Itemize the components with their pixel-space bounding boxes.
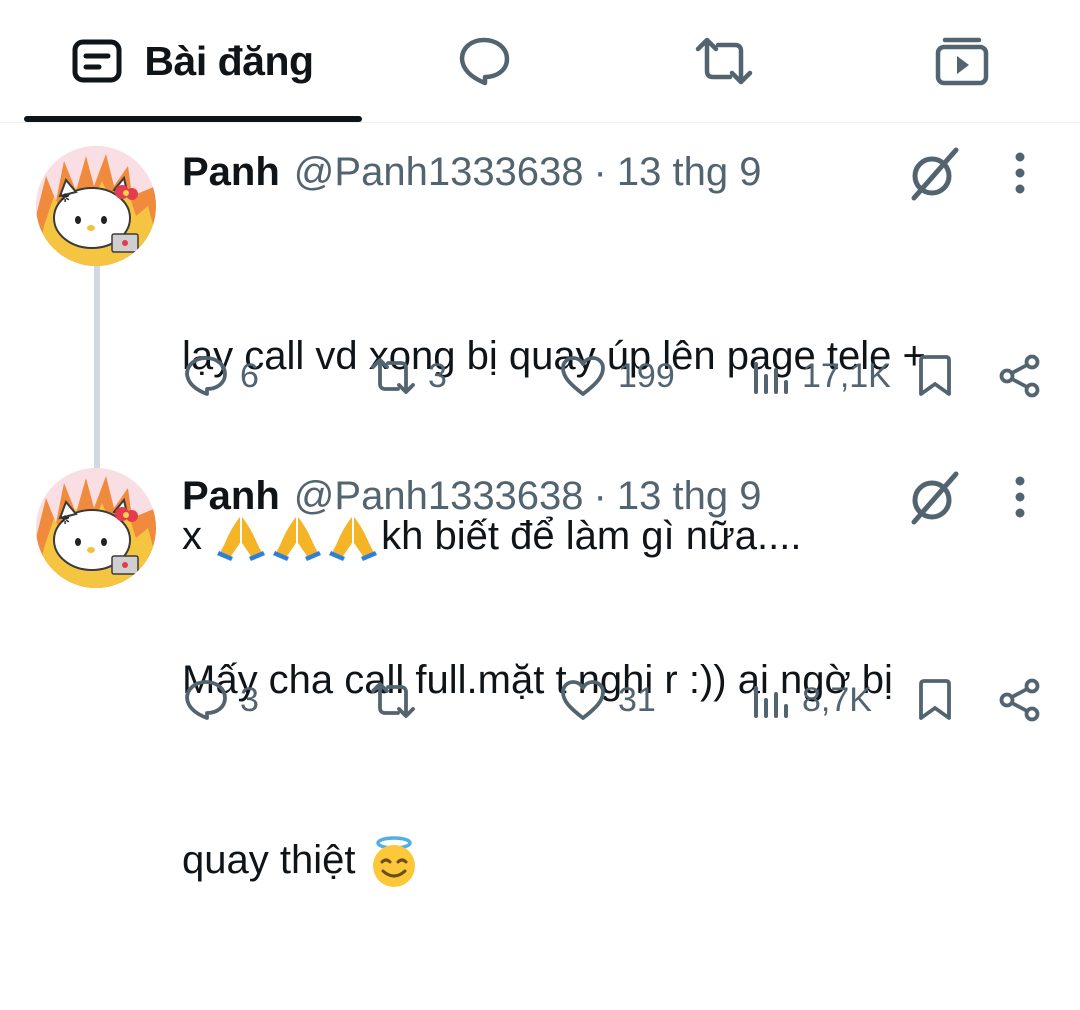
chat-bubble-icon bbox=[459, 37, 510, 86]
separator-dot: · bbox=[593, 150, 607, 194]
views-button[interactable]: 8,7K bbox=[752, 670, 872, 730]
reply-button[interactable]: 3 bbox=[184, 670, 259, 730]
post-2[interactable]: ✲ Panh @Panh1333638 · 13 thg 9 Mấy cha c… bbox=[0, 452, 1080, 888]
tab-replies[interactable] bbox=[440, 0, 528, 122]
author-name[interactable]: Panh bbox=[182, 150, 280, 195]
like-count: 199 bbox=[618, 356, 675, 395]
avatar[interactable]: ✲ bbox=[36, 468, 156, 588]
heart-icon bbox=[561, 356, 605, 396]
repost-button[interactable]: 3 bbox=[370, 346, 447, 406]
author-name[interactable]: Panh bbox=[182, 474, 280, 519]
posts-tab-icon bbox=[72, 39, 122, 83]
views-count: 17,1K bbox=[802, 356, 891, 395]
tab-reposts[interactable] bbox=[680, 0, 768, 122]
bookmark-button[interactable] bbox=[916, 346, 954, 406]
share-icon bbox=[999, 354, 1040, 398]
avatar[interactable]: ✲ bbox=[36, 146, 156, 266]
hello-kitty-avatar-icon: ✲ bbox=[36, 146, 156, 266]
svg-text:✲: ✲ bbox=[60, 191, 70, 205]
post-timestamp[interactable]: 13 thg 9 bbox=[617, 474, 762, 519]
share-button[interactable] bbox=[998, 670, 1042, 730]
tab-posts-label: Bài đăng bbox=[144, 37, 314, 84]
repost-icon bbox=[371, 358, 415, 394]
grok-icon[interactable] bbox=[906, 470, 962, 526]
tab-posts[interactable]: Bài đăng bbox=[24, 0, 362, 122]
post-text-line: quay thiệt bbox=[182, 830, 1052, 890]
share-icon bbox=[999, 678, 1040, 722]
post-1[interactable]: ✲ Panh @Panh1333638 · 13 thg 9 lạy call … bbox=[0, 122, 1080, 562]
profile-tabs: Bài đăng bbox=[0, 0, 1080, 123]
repost-icon bbox=[371, 682, 415, 718]
svg-text:✲: ✲ bbox=[60, 513, 70, 527]
author-handle[interactable]: @Panh1333638 bbox=[294, 150, 584, 195]
post-timestamp[interactable]: 13 thg 9 bbox=[617, 150, 762, 195]
views-chart-icon bbox=[754, 362, 788, 394]
like-count: 31 bbox=[618, 680, 656, 719]
more-options-icon[interactable] bbox=[1006, 148, 1034, 198]
reply-count: 6 bbox=[240, 356, 259, 395]
post-text: Mấy cha call full.mặt t nghi r :)) ai ng… bbox=[182, 530, 1052, 1010]
views-count: 8,7K bbox=[802, 680, 872, 719]
reply-count: 3 bbox=[240, 680, 259, 719]
repost-count: 3 bbox=[428, 356, 447, 395]
tab-media[interactable] bbox=[918, 0, 1006, 122]
post-text-segment: quay thiệt bbox=[182, 838, 367, 882]
bookmark-icon bbox=[919, 679, 951, 720]
post-actions: 3 31 8,7K bbox=[0, 670, 1080, 730]
share-button[interactable] bbox=[998, 346, 1042, 406]
like-button[interactable]: 199 bbox=[560, 346, 675, 406]
hello-kitty-avatar-icon: ✲ bbox=[36, 468, 156, 588]
bookmark-icon bbox=[919, 355, 951, 396]
bookmark-button[interactable] bbox=[916, 670, 954, 730]
author-handle[interactable]: @Panh1333638 bbox=[294, 474, 584, 519]
media-icon bbox=[935, 37, 989, 86]
reply-icon bbox=[185, 356, 227, 396]
views-button[interactable]: 17,1K bbox=[752, 346, 891, 406]
repost-button[interactable] bbox=[370, 670, 428, 730]
grok-icon[interactable] bbox=[906, 146, 962, 202]
smiling-face-with-halo-emoji-icon bbox=[372, 836, 415, 888]
views-chart-icon bbox=[754, 686, 788, 718]
repost-icon bbox=[695, 37, 753, 85]
separator-dot: · bbox=[593, 474, 607, 518]
reply-icon bbox=[185, 680, 227, 720]
post-header: Panh @Panh1333638 · 13 thg 9 bbox=[182, 150, 761, 195]
reply-button[interactable]: 6 bbox=[184, 346, 259, 406]
heart-icon bbox=[561, 680, 605, 720]
post-header: Panh @Panh1333638 · 13 thg 9 bbox=[182, 474, 761, 519]
more-options-icon[interactable] bbox=[1006, 472, 1034, 522]
post-actions: 6 3 199 17,1K bbox=[0, 346, 1080, 406]
like-button[interactable]: 31 bbox=[560, 670, 656, 730]
